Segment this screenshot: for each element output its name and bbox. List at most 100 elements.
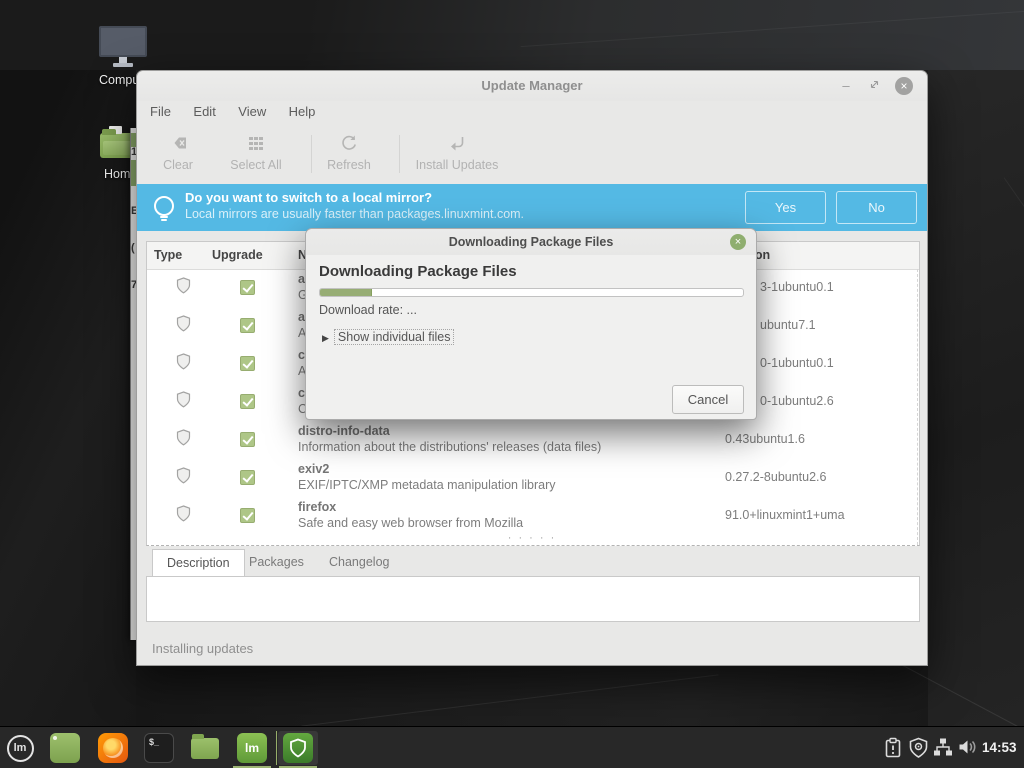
window-title: Update Manager: [481, 78, 582, 93]
mint-menu-button[interactable]: lm: [4, 732, 36, 764]
upgrade-checkbox[interactable]: [240, 280, 255, 295]
package-description: Information about the distributions' rel…: [298, 440, 601, 454]
computer-icon-base: [113, 63, 133, 67]
refresh-label: Refresh: [321, 158, 377, 172]
clear-icon: [151, 131, 205, 155]
status-text: Installing updates: [152, 641, 253, 656]
mirror-banner: Do you want to switch to a local mirror?…: [137, 184, 927, 231]
tab-description[interactable]: Description: [152, 549, 245, 576]
shield-icon: [176, 277, 191, 294]
refresh-button[interactable]: Refresh: [321, 131, 377, 172]
banner-title: Do you want to switch to a local mirror?: [185, 190, 432, 205]
dialog-close-button[interactable]: ×: [730, 234, 746, 250]
no-button[interactable]: No: [836, 191, 917, 224]
mint-logo-icon: lm: [7, 735, 34, 762]
upgrade-checkbox[interactable]: [240, 508, 255, 523]
table-row[interactable]: distro-info-data Information about the d…: [147, 421, 919, 459]
upgrade-checkbox[interactable]: [240, 356, 255, 371]
package-name: distro-info-data: [298, 424, 390, 438]
files-launcher[interactable]: [189, 732, 221, 764]
menubar: File Edit View Help: [137, 101, 927, 125]
dialog-titlebar[interactable]: Downloading Package Files: [306, 229, 756, 255]
maximize-button[interactable]: [865, 77, 883, 95]
menu-help[interactable]: Help: [280, 101, 325, 122]
clock[interactable]: 14:53: [982, 740, 1017, 755]
wallpaper-facet: [0, 0, 1024, 70]
package-version: 91.0+linuxmint1+uma: [725, 508, 845, 522]
select-all-icon: [221, 131, 291, 155]
software-manager-icon: lm: [237, 733, 267, 763]
select-all-label: Select All: [221, 158, 291, 172]
table-row[interactable]: exiv2 EXIF/IPTC/XMP metadata manipulatio…: [147, 459, 919, 497]
show-desktop-button[interactable]: [49, 732, 81, 764]
package-version: 0.27.2-8ubuntu2.6: [725, 470, 826, 484]
download-progress-bar: [319, 288, 744, 297]
close-button[interactable]: ×: [895, 77, 913, 95]
install-updates-label: Install Updates: [411, 158, 503, 172]
folder-tab: [102, 129, 116, 135]
update-manager-task[interactable]: [282, 732, 314, 764]
shield-icon: [176, 467, 191, 484]
upgrade-checkbox[interactable]: [240, 318, 255, 333]
yes-button[interactable]: Yes: [745, 191, 826, 224]
minimize-button[interactable]: –: [837, 77, 855, 95]
folder-front: [103, 141, 133, 155]
download-dialog: Downloading Package Files × Downloading …: [305, 228, 757, 420]
tab-packages[interactable]: Packages: [235, 549, 318, 576]
clipboard-tray-icon[interactable]: [883, 737, 903, 764]
shield-icon: [176, 505, 191, 522]
lightbulb-icon: [149, 193, 179, 223]
toolbar-separator: [311, 135, 312, 173]
package-version: 0.43ubuntu1.6: [725, 432, 805, 446]
menu-view[interactable]: View: [229, 101, 275, 122]
expander-label: Show individual files: [334, 329, 455, 345]
volume-tray-icon[interactable]: [957, 737, 977, 762]
package-description: EXIF/IPTC/XMP metadata manipulation libr…: [298, 478, 556, 492]
task-separator: [276, 731, 277, 765]
package-name: exiv2: [298, 462, 329, 476]
progress-fill: [320, 289, 372, 296]
upgrade-checkbox[interactable]: [240, 432, 255, 447]
desktop: Computer Home 1 E ( 7 Update Manager – ×…: [0, 0, 1024, 768]
install-updates-button[interactable]: Install Updates: [411, 131, 503, 172]
titlebar[interactable]: Update Manager: [137, 71, 927, 101]
upgrade-checkbox[interactable]: [240, 394, 255, 409]
download-rate-text: Download rate: ...: [319, 303, 417, 317]
update-shield-tray-icon[interactable]: [908, 737, 929, 764]
software-manager-task[interactable]: lm: [236, 732, 268, 764]
menu-edit[interactable]: Edit: [184, 101, 224, 122]
shield-icon: [176, 429, 191, 446]
shield-icon: [176, 391, 191, 408]
pane-splitter-handle[interactable]: · · · · ·: [137, 532, 927, 544]
show-individual-files-expander[interactable]: ▶Show individual files: [322, 330, 454, 344]
dialog-heading: Downloading Package Files: [319, 263, 517, 280]
col-upgrade[interactable]: Upgrade: [212, 248, 263, 262]
update-manager-shield-icon: [283, 733, 313, 763]
clear-label: Clear: [151, 158, 205, 172]
wallpaper-facet: [928, 70, 1024, 726]
cancel-button[interactable]: Cancel: [672, 385, 744, 414]
network-tray-icon[interactable]: [933, 737, 953, 762]
terminal-launcher[interactable]: $_: [143, 732, 175, 764]
select-all-button[interactable]: Select All: [221, 131, 291, 172]
show-desktop-icon: [50, 733, 80, 763]
description-panel: [146, 576, 920, 622]
occluded-text: (: [131, 242, 135, 254]
package-description: Safe and easy web browser from Mozilla: [298, 516, 523, 530]
maximize-icon: [869, 79, 880, 90]
menu-file[interactable]: File: [141, 101, 180, 122]
package-name: firefox: [298, 500, 336, 514]
upgrade-checkbox[interactable]: [240, 470, 255, 485]
install-updates-icon: [411, 131, 503, 155]
terminal-icon: $_: [144, 733, 174, 763]
table-row[interactable]: firefox Safe and easy web browser from M…: [147, 497, 919, 535]
firefox-icon: [98, 733, 128, 763]
refresh-icon: [321, 131, 377, 155]
col-type[interactable]: Type: [154, 248, 182, 262]
banner-subtitle: Local mirrors are usually faster than pa…: [185, 207, 524, 221]
firefox-launcher[interactable]: [97, 732, 129, 764]
tab-changelog[interactable]: Changelog: [315, 549, 403, 576]
toolbar-separator: [399, 135, 400, 173]
computer-icon: [99, 26, 147, 57]
clear-button[interactable]: Clear: [151, 131, 205, 172]
